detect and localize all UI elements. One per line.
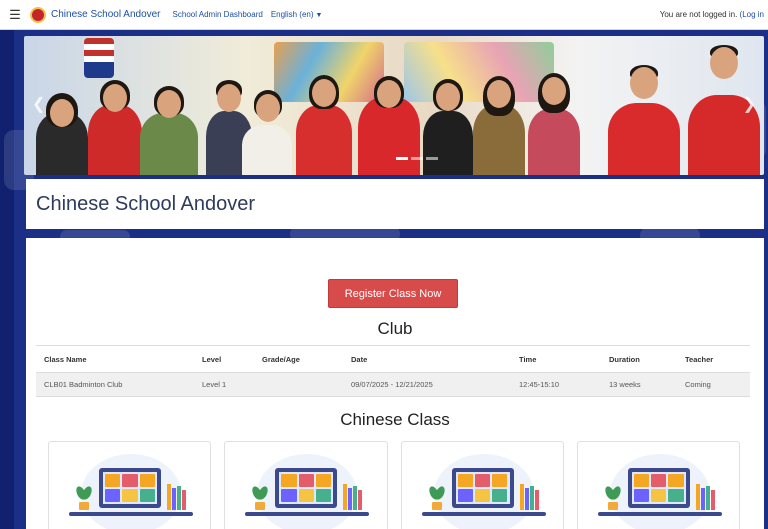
language-menu[interactable]: English (en) ▼ [271, 10, 323, 19]
plant-icon [250, 484, 270, 510]
login-status: You are not logged in. (Log in [660, 10, 764, 19]
chevron-left-icon[interactable]: ❮ [32, 94, 45, 114]
table-cell: 12:45-15:10 [511, 372, 601, 397]
person [136, 70, 202, 175]
person [604, 47, 684, 175]
chevron-right-icon[interactable]: ❯ [743, 94, 756, 114]
table-header-row: Class Name Level Grade/Age Date Time Dur… [36, 345, 750, 373]
books-icon [167, 484, 186, 510]
books-icon [519, 484, 539, 510]
person [240, 80, 294, 175]
books-icon [695, 484, 715, 510]
class-card[interactable] [576, 441, 740, 529]
class-card-list [48, 441, 740, 529]
desk [597, 512, 722, 516]
admin-dashboard-link[interactable]: School Admin Dashboard [173, 10, 263, 19]
table-cell: CLB01 Badminton Club [36, 372, 194, 397]
club-heading: Club [377, 319, 413, 338]
online-class-illustration [275, 468, 338, 508]
carousel-dot[interactable] [411, 157, 423, 160]
table-cell [254, 372, 343, 397]
plant-icon [426, 484, 447, 510]
photo-carousel[interactable]: ❮ ❯ [24, 36, 764, 175]
school-logo-icon[interactable] [30, 6, 46, 23]
books-icon [343, 484, 363, 510]
online-class-illustration [627, 468, 690, 508]
page-title: Chinese School Andover [36, 192, 256, 215]
register-class-button[interactable]: Register Class Now [328, 279, 458, 308]
hamburger-menu-icon[interactable]: ☰ [0, 0, 30, 30]
site-name-link[interactable]: Chinese School Andover [51, 9, 161, 20]
class-card[interactable] [48, 441, 212, 529]
column-header: Date [343, 345, 511, 373]
table-cell: Coming [677, 372, 750, 397]
chevron-down-icon: ▼ [315, 12, 323, 19]
desk [245, 512, 370, 516]
column-header: Duration [601, 345, 677, 373]
column-header: Class Name [36, 345, 194, 373]
page-header: Chinese School Andover [26, 179, 764, 229]
table-cell: 09/07/2025 - 12/21/2025 [343, 372, 511, 397]
carousel-dot[interactable] [426, 157, 438, 160]
top-navbar: ☰ Chinese School Andover School Admin Da… [0, 0, 768, 30]
login-link[interactable]: (Log in [740, 10, 764, 19]
class-card[interactable] [400, 441, 564, 529]
person [292, 47, 356, 175]
online-class-illustration [99, 468, 161, 508]
table-row[interactable]: CLB01 Badminton Club Level 1 09/07/2025 … [36, 372, 750, 397]
carousel-dot[interactable] [396, 157, 408, 160]
desk [421, 512, 546, 516]
person [354, 40, 424, 175]
plant-icon [603, 484, 623, 510]
table-cell: Level 1 [194, 372, 254, 397]
login-status-text: You are not logged in. [659, 10, 738, 19]
desk [69, 512, 193, 516]
person [524, 57, 584, 175]
online-class-illustration [451, 468, 514, 508]
column-header: Teacher [677, 345, 750, 373]
plant-icon [74, 484, 94, 510]
language-label: English (en) [270, 10, 314, 19]
chinese-class-heading: Chinese Class [340, 410, 450, 429]
table-cell: 13 weeks [601, 372, 677, 397]
class-card[interactable] [224, 441, 388, 529]
carousel-indicators [396, 157, 438, 160]
column-header: Grade/Age [254, 345, 343, 373]
column-header: Time [511, 345, 601, 373]
person [469, 50, 529, 175]
column-header: Level [194, 345, 254, 373]
main-content: Register Class Now Club Class Name Level… [26, 238, 764, 529]
club-table: Class Name Level Grade/Age Date Time Dur… [36, 345, 750, 397]
person [32, 65, 92, 175]
